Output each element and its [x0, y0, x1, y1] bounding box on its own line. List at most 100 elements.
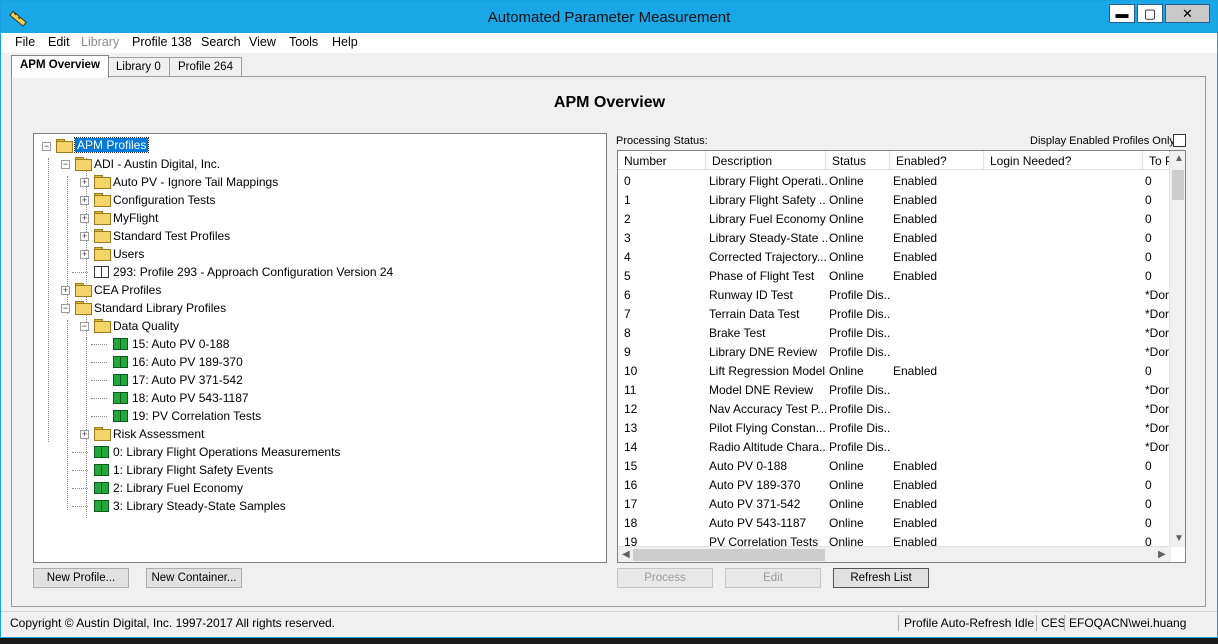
expand-icon[interactable]: + — [61, 286, 70, 295]
tree-node[interactable]: 293: Profile 293 - Approach Configuratio… — [34, 263, 604, 281]
tree-node[interactable]: − Data Quality — [34, 317, 604, 335]
horizontal-scroll-thumb[interactable] — [633, 549, 825, 561]
table-row[interactable]: 14 Radio Altitude Chara... Profile Dis... *… — [618, 437, 1171, 456]
processing-status-grid[interactable]: Number Description Status Enabled? Login… — [617, 150, 1186, 563]
tree-node-label[interactable]: 0: Library Flight Operations Measurement… — [113, 445, 340, 459]
menu-file[interactable]: File — [15, 35, 35, 49]
menu-library[interactable]: Library — [81, 35, 119, 49]
tree-node[interactable]: 17: Auto PV 371-542 — [34, 371, 604, 389]
tree-node-label[interactable]: ADI - Austin Digital, Inc. — [94, 157, 220, 171]
tree-node[interactable]: 16: Auto PV 189-370 — [34, 353, 604, 371]
tree-node[interactable]: + Users — [34, 245, 604, 263]
tree-node[interactable]: 19: PV Correlation Tests — [34, 407, 604, 425]
tree-node[interactable]: + Risk Assessment — [34, 425, 604, 443]
process-button[interactable]: Process — [617, 568, 713, 588]
menu-profile[interactable]: Profile 138 — [132, 35, 192, 49]
tree-node[interactable]: − APM Profiles — [34, 137, 604, 155]
col-enabled[interactable]: Enabled? — [890, 151, 984, 170]
table-row[interactable]: 17 Auto PV 371-542 Online Enabled 0 — [618, 494, 1171, 513]
tree-node[interactable]: + Standard Test Profiles — [34, 227, 604, 245]
maximize-button[interactable]: ▢ — [1137, 4, 1163, 23]
vertical-scroll-thumb[interactable] — [1172, 170, 1184, 200]
tree-node-label[interactable]: 19: PV Correlation Tests — [132, 409, 261, 423]
tree-node[interactable]: + Auto PV - Ignore Tail Mappings — [34, 173, 604, 191]
expand-icon[interactable]: + — [80, 232, 89, 241]
tree-node-label[interactable]: 18: Auto PV 543-1187 — [132, 391, 249, 405]
table-row[interactable]: 1 Library Flight Safety ... Online Enabled 0 — [618, 190, 1171, 209]
tree-node[interactable]: + MyFlight — [34, 209, 604, 227]
tree-node-label[interactable]: Risk Assessment — [113, 427, 204, 441]
expand-icon[interactable]: + — [80, 196, 89, 205]
horizontal-scrollbar[interactable]: ◀ ▶ — [618, 546, 1171, 562]
tree-node-label[interactable]: Standard Library Profiles — [94, 301, 226, 315]
new-container-button[interactable]: New Container... — [146, 568, 242, 588]
tree-node-label[interactable]: 15: Auto PV 0-188 — [132, 337, 229, 351]
tree-node-label[interactable]: 3: Library Steady-State Samples — [113, 499, 286, 513]
table-row[interactable]: 3 Library Steady-State ... Online Enabled 0 — [618, 228, 1171, 247]
tree-node[interactable]: 1: Library Flight Safety Events — [34, 461, 604, 479]
tree-node-label[interactable]: 2: Library Fuel Economy — [113, 481, 243, 495]
tree-node-label[interactable]: 17: Auto PV 371-542 — [132, 373, 243, 387]
tree-node-label[interactable]: CEA Profiles — [94, 283, 161, 297]
col-status[interactable]: Status — [826, 151, 890, 170]
profile-tree[interactable]: − APM Profiles − ADI - Austin Digital, Inc.… — [33, 133, 607, 563]
menu-view[interactable]: View — [249, 35, 276, 49]
collapse-icon[interactable]: − — [80, 322, 89, 331]
tree-node-label[interactable]: APM Profiles — [73, 137, 150, 153]
table-row[interactable]: 2 Library Fuel Economy Online Enabled 0 — [618, 209, 1171, 228]
expand-icon[interactable]: + — [80, 178, 89, 187]
collapse-icon[interactable]: − — [61, 160, 70, 169]
menu-tools[interactable]: Tools — [289, 35, 318, 49]
table-row[interactable]: 6 Runway ID Test Profile Dis... *Dor — [618, 285, 1171, 304]
tree-node[interactable]: 15: Auto PV 0-188 — [34, 335, 604, 353]
edit-button[interactable]: Edit — [725, 568, 821, 588]
table-row[interactable]: 5 Phase of Flight Test Online Enabled 0 — [618, 266, 1171, 285]
collapse-icon[interactable]: − — [42, 142, 51, 151]
tab-apm-overview[interactable]: APM Overview — [11, 55, 109, 78]
tree-node-label[interactable]: Data Quality — [113, 319, 179, 333]
tree-node-label[interactable]: 1: Library Flight Safety Events — [113, 463, 273, 477]
refresh-list-button[interactable]: Refresh List — [833, 568, 929, 588]
tree-node-label[interactable]: MyFlight — [113, 211, 158, 225]
table-row[interactable]: 13 Pilot Flying Constan... Profile Dis... *… — [618, 418, 1171, 437]
table-row[interactable]: 15 Auto PV 0-188 Online Enabled 0 — [618, 456, 1171, 475]
tree-node[interactable]: − ADI - Austin Digital, Inc. — [34, 155, 604, 173]
table-row[interactable]: 8 Brake Test Profile Dis... *Dor — [618, 323, 1171, 342]
expand-icon[interactable]: + — [80, 250, 89, 259]
tab-library-0[interactable]: Library 0 — [107, 57, 170, 77]
tree-node-label[interactable]: Auto PV - Ignore Tail Mappings — [113, 175, 278, 189]
tree-node[interactable]: 2: Library Fuel Economy — [34, 479, 604, 497]
scroll-up-icon[interactable]: ▲ — [1174, 153, 1184, 164]
tree-node[interactable]: 0: Library Flight Operations Measurement… — [34, 443, 604, 461]
title-bar[interactable]: Automated Parameter Measurement ▬ ▢ ✕ — [1, 1, 1217, 33]
expand-icon[interactable]: + — [80, 214, 89, 223]
vertical-scrollbar[interactable]: ▲ ▼ — [1169, 151, 1185, 547]
tree-node[interactable]: − Standard Library Profiles — [34, 299, 604, 317]
menu-help[interactable]: Help — [332, 35, 358, 49]
close-button[interactable]: ✕ — [1165, 4, 1210, 23]
scroll-down-icon[interactable]: ▼ — [1174, 533, 1184, 544]
scroll-right-icon[interactable]: ▶ — [1158, 549, 1166, 560]
tree-node[interactable]: 3: Library Steady-State Samples — [34, 497, 604, 515]
table-row[interactable]: 18 Auto PV 543-1187 Online Enabled 0 — [618, 513, 1171, 532]
menu-search[interactable]: Search — [201, 35, 241, 49]
scroll-left-icon[interactable]: ◀ — [622, 549, 630, 560]
tree-node[interactable]: + CEA Profiles — [34, 281, 604, 299]
table-row[interactable]: 4 Corrected Trajectory... Online Enabled 0 — [618, 247, 1171, 266]
minimize-button[interactable]: ▬ — [1109, 4, 1135, 23]
new-profile-button[interactable]: New Profile... — [33, 568, 129, 588]
col-login-needed[interactable]: Login Needed? — [984, 151, 1143, 170]
table-row[interactable]: 11 Model DNE Review Profile Dis... *Dor — [618, 380, 1171, 399]
tree-node-label[interactable]: 293: Profile 293 - Approach Configuratio… — [113, 265, 393, 279]
table-row[interactable]: 12 Nav Accuracy Test P... Profile Dis... *D… — [618, 399, 1171, 418]
table-row[interactable]: 9 Library DNE Review Profile Dis... *Dor — [618, 342, 1171, 361]
tree-node[interactable]: 18: Auto PV 543-1187 — [34, 389, 604, 407]
tree-node-label[interactable]: Standard Test Profiles — [113, 229, 230, 243]
tree-node-label[interactable]: 16: Auto PV 189-370 — [132, 355, 243, 369]
tree-node[interactable]: + Configuration Tests — [34, 191, 604, 209]
table-row[interactable]: 0 Library Flight Operati... Online Enabled 0 — [618, 171, 1171, 190]
col-description[interactable]: Description — [706, 151, 826, 170]
col-number[interactable]: Number — [618, 151, 706, 170]
tree-node-label[interactable]: Users — [113, 247, 144, 261]
menu-edit[interactable]: Edit — [48, 35, 70, 49]
